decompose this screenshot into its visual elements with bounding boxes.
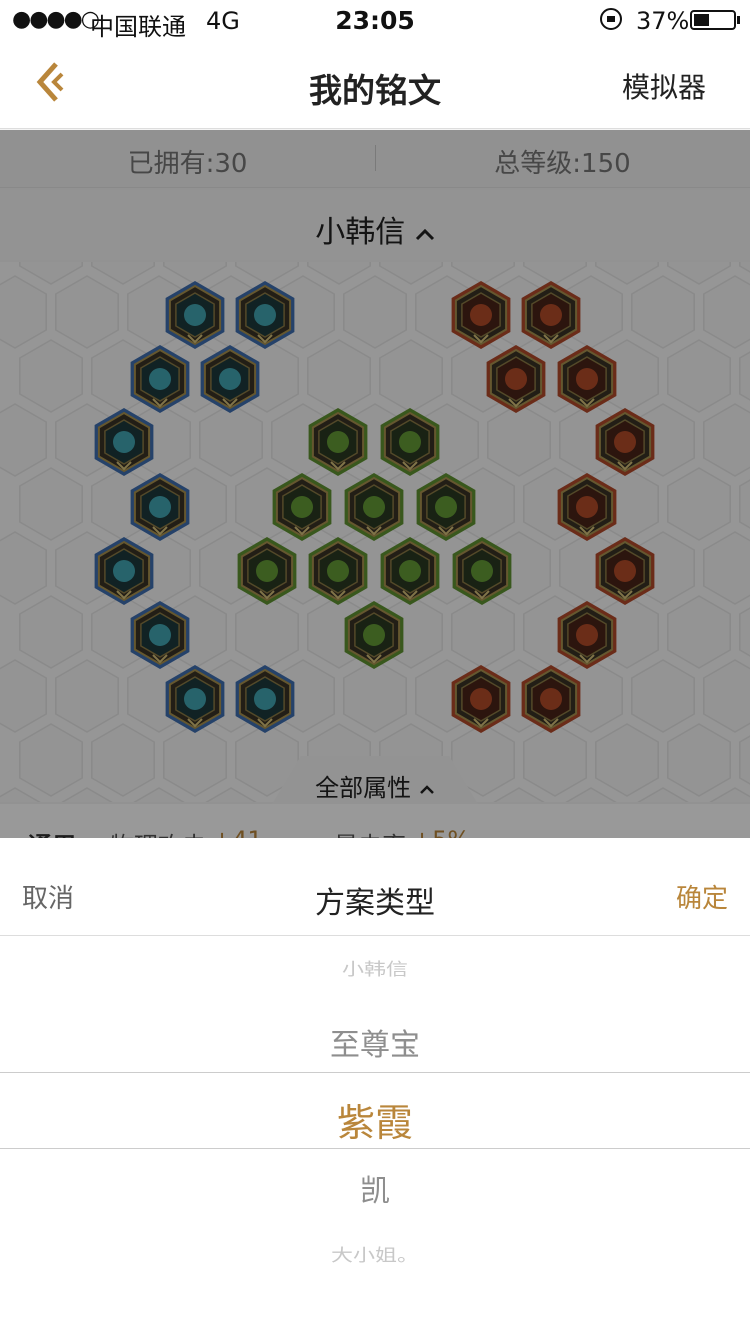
- picker-option-selected[interactable]: 紫霞: [0, 1092, 750, 1147]
- picker-option[interactable]: 小韩信: [0, 956, 750, 981]
- picker-selection-line-bottom: [0, 1148, 750, 1149]
- navigation-bar: 我的铭文 模拟器: [0, 40, 750, 129]
- picker-option[interactable]: 凯: [0, 1166, 750, 1210]
- picker-selection-line-top: [0, 1072, 750, 1073]
- simulator-button[interactable]: 模拟器: [622, 66, 706, 106]
- picker-title: 方案类型: [315, 886, 435, 921]
- picker-header: 取消 方案类型 确定: [0, 838, 750, 936]
- orientation-lock-icon: [600, 8, 622, 30]
- picker-option[interactable]: 大小姐。: [0, 1242, 750, 1267]
- status-bar: ●●●●○ 中国联通 4G 23:05 37%: [0, 0, 750, 41]
- battery-icon: [690, 10, 740, 30]
- battery-percentage: 37%: [636, 7, 690, 35]
- confirm-button[interactable]: 确定: [676, 878, 728, 915]
- picker-wheel[interactable]: 小韩信 至尊宝 紫霞 凯 大小姐。: [0, 936, 750, 1334]
- preset-type-picker-sheet: 取消 方案类型 确定 小韩信 至尊宝 紫霞 凯 大小姐。: [0, 838, 750, 1334]
- picker-option[interactable]: 至尊宝: [0, 1020, 750, 1064]
